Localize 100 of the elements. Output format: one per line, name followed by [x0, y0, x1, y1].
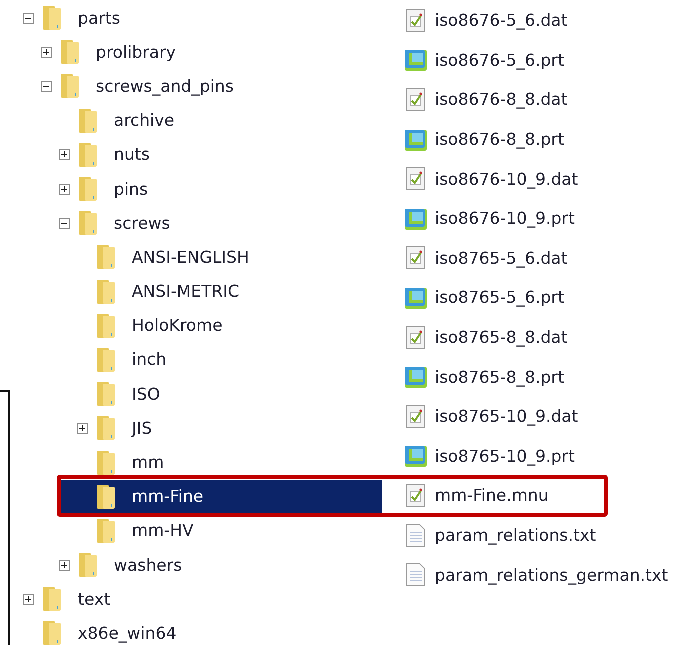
- file-name: iso8676-8_8.dat: [435, 90, 568, 110]
- file-item[interactable]: iso8765-8_8.prt: [404, 362, 564, 392]
- tree-item[interactable]: screws: [0, 206, 382, 240]
- file-name: iso8765-10_9.dat: [435, 407, 578, 426]
- expand-button[interactable]: [76, 422, 88, 434]
- file-item[interactable]: iso8676-8_8.prt: [404, 124, 564, 155]
- folder-icon: [78, 108, 98, 134]
- folder-name: prolibrary: [96, 42, 176, 62]
- folder-icon: [78, 552, 98, 578]
- file-name: iso8676-10_9.prt: [435, 209, 575, 228]
- folder-icon: [60, 39, 80, 66]
- text-file-icon: [404, 522, 428, 549]
- document-check-icon: [404, 245, 428, 272]
- tree-item[interactable]: JIS: [0, 411, 382, 446]
- file-name: iso8765-8_8.prt: [435, 368, 564, 387]
- file-name: iso8765-5_6.prt: [435, 288, 564, 308]
- folder-icon: [96, 312, 116, 339]
- folder-name: screws: [114, 214, 170, 233]
- part-file-icon: [404, 47, 428, 74]
- folder-name: washers: [114, 556, 182, 575]
- tree-item[interactable]: text: [0, 582, 382, 616]
- tree-item[interactable]: x86e_win64: [0, 616, 382, 645]
- file-item[interactable]: iso8765-5_6.prt: [404, 282, 564, 313]
- tree-item[interactable]: mm: [0, 445, 382, 480]
- tree-item[interactable]: nuts: [0, 138, 382, 172]
- folder-name: inch: [132, 350, 167, 370]
- folder-icon: [96, 244, 116, 270]
- document-check-icon: [404, 8, 428, 34]
- folder-name: parts: [78, 8, 120, 28]
- file-item[interactable]: iso8765-10_9.prt: [404, 441, 575, 472]
- file-name: param_relations.txt: [435, 526, 596, 546]
- collapse-button[interactable]: [58, 218, 70, 229]
- folder-icon: [96, 518, 116, 544]
- file-name: iso8676-10_9.dat: [435, 170, 578, 189]
- folder-icon: [42, 586, 62, 612]
- tree-item[interactable]: inch: [0, 342, 382, 378]
- folder-icon: [78, 210, 98, 236]
- folder-name: screws_and_pins: [96, 76, 234, 96]
- file-item[interactable]: iso8676-5_6.dat: [404, 6, 568, 36]
- folder-name: archive: [114, 111, 175, 130]
- folder-icon: [78, 176, 98, 202]
- tree-item[interactable]: washers: [0, 548, 382, 582]
- file-name: iso8676-5_6.dat: [435, 11, 568, 30]
- file-item[interactable]: iso8676-8_8.dat: [404, 84, 568, 115]
- document-check-icon: [404, 86, 428, 113]
- folder-name: mm-HV: [132, 521, 194, 540]
- tree-item[interactable]: screws_and_pins: [0, 69, 382, 104]
- tree-item[interactable]: ISO: [0, 377, 382, 412]
- document-check-icon: [404, 482, 428, 509]
- collapse-button[interactable]: [22, 12, 34, 24]
- file-name: iso8676-5_6.prt: [435, 50, 564, 70]
- document-check-icon: [404, 324, 428, 351]
- file-name: iso8765-10_9.prt: [435, 446, 575, 466]
- tree-item[interactable]: ANSI-ENGLISH: [0, 240, 382, 274]
- file-item[interactable]: mm-Fine.mnu: [404, 480, 549, 511]
- tree-item[interactable]: HoloKrome: [0, 308, 382, 343]
- tree-item[interactable]: mm-HV: [0, 514, 382, 548]
- file-item[interactable]: iso8765-8_8.dat: [404, 322, 568, 353]
- folder-name: ANSI-ENGLISH: [132, 248, 250, 267]
- part-file-icon: [404, 443, 428, 470]
- file-name: iso8676-8_8.prt: [435, 130, 564, 150]
- folder-icon: [96, 278, 116, 305]
- folder-name: text: [78, 590, 111, 609]
- file-item[interactable]: iso8765-5_6.dat: [404, 243, 568, 274]
- file-item[interactable]: param_relations.txt: [404, 520, 596, 551]
- part-file-icon: [404, 364, 428, 390]
- tree-item[interactable]: prolibrary: [0, 35, 382, 70]
- tree-item[interactable]: archive: [0, 104, 382, 138]
- expand-button[interactable]: [58, 184, 70, 195]
- tree-item[interactable]: parts: [0, 1, 382, 36]
- folder-name: nuts: [114, 145, 150, 164]
- folder-icon: [60, 73, 80, 100]
- file-item[interactable]: iso8765-10_9.dat: [404, 402, 578, 432]
- folder-name: HoloKrome: [132, 316, 223, 336]
- expand-button[interactable]: [22, 594, 34, 605]
- document-check-icon: [404, 166, 428, 192]
- file-name: iso8765-8_8.dat: [435, 328, 568, 348]
- file-name: param_relations_german.txt: [435, 566, 668, 585]
- folder-name: pins: [114, 180, 148, 199]
- file-item[interactable]: iso8676-10_9.prt: [404, 204, 575, 234]
- folder-icon: [78, 142, 98, 168]
- folder-name: x86e_win64: [78, 624, 177, 643]
- collapse-button[interactable]: [40, 80, 52, 92]
- expand-button[interactable]: [58, 560, 70, 571]
- file-item[interactable]: param_relations_german.txt: [404, 560, 668, 590]
- tree-item[interactable]: pins: [0, 172, 382, 206]
- folder-icon: [96, 346, 116, 373]
- document-check-icon: [404, 404, 428, 430]
- file-item[interactable]: iso8676-5_6.prt: [404, 45, 564, 76]
- tree-item[interactable]: ANSI-METRIC: [0, 274, 382, 309]
- folder-icon: [96, 450, 116, 476]
- file-item[interactable]: iso8676-10_9.dat: [404, 164, 578, 194]
- text-file-icon: [404, 562, 428, 588]
- folder-name: mm: [132, 453, 164, 472]
- expand-button[interactable]: [40, 46, 52, 58]
- folder-name: mm-Fine: [132, 487, 204, 506]
- folder-name: ISO: [132, 384, 160, 404]
- folder-icon: [42, 5, 62, 32]
- expand-button[interactable]: [58, 149, 70, 160]
- file-name: iso8765-5_6.dat: [435, 248, 568, 268]
